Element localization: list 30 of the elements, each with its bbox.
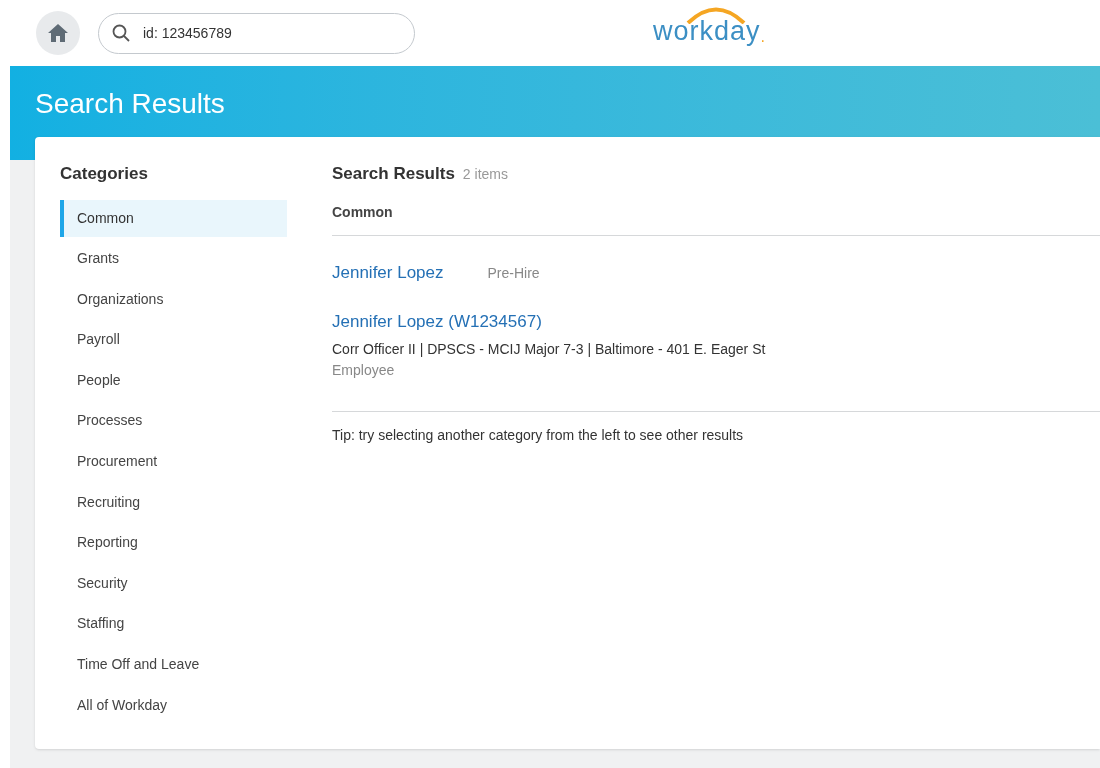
- result-tag: Pre-Hire: [487, 262, 540, 284]
- result-detail: Corr Officer II | DPSCS - MCIJ Major 7-3 | Baltimore - 401 E. Eager St: [332, 339, 767, 359]
- category-item[interactable]: Security: [60, 564, 287, 602]
- categories-title: Categories: [60, 163, 149, 185]
- category-item[interactable]: Recruiting: [60, 483, 287, 521]
- category-item[interactable]: People: [60, 361, 287, 399]
- category-item[interactable]: Payroll: [60, 321, 287, 359]
- category-item[interactable]: Procurement: [60, 443, 287, 481]
- search-field[interactable]: id: 123456789: [98, 12, 415, 54]
- category-item[interactable]: All of Workday: [60, 686, 287, 724]
- home-button[interactable]: [36, 11, 80, 55]
- logo-dot: .: [760, 29, 765, 45]
- result-link[interactable]: Jennifer Lopez: [332, 259, 444, 285]
- result-link[interactable]: Jennifer Lopez (W1234567): [332, 309, 542, 335]
- tip-text: Tip: try selecting another category from the left to see other results: [332, 426, 744, 443]
- home-icon: [47, 23, 69, 43]
- category-item[interactable]: Common: [60, 199, 287, 237]
- category-item[interactable]: Time Off and Leave: [60, 646, 287, 684]
- results-count: 2 items: [462, 165, 508, 184]
- search-icon: [112, 23, 130, 42]
- results-title: Search Results: [332, 163, 455, 185]
- category-item[interactable]: Reporting: [60, 524, 287, 562]
- logo-text: workday: [653, 18, 761, 45]
- category-item[interactable]: Processes: [60, 402, 287, 440]
- category-item[interactable]: Staffing: [60, 605, 287, 643]
- category-item[interactable]: Organizations: [60, 280, 287, 318]
- result-type: Employee: [332, 360, 396, 380]
- category-item[interactable]: Grants: [60, 240, 287, 278]
- section-heading: Common: [332, 203, 393, 220]
- page-title: Search Results: [35, 87, 226, 121]
